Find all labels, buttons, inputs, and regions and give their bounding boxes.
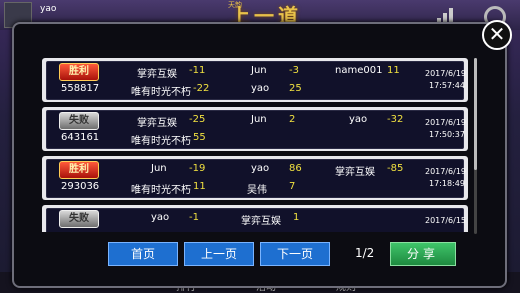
player-score: -85 bbox=[387, 163, 404, 174]
player-name: 唯有时光不朽 bbox=[131, 185, 191, 196]
record-card: 失败 643161 掌弈互娱 -25 Jun 2 yao -32 唯有时光不朽 … bbox=[46, 110, 467, 149]
first-page-button[interactable]: 首页 bbox=[108, 242, 178, 266]
signal-icon bbox=[437, 4, 457, 24]
page-indicator: 1/2 bbox=[355, 246, 375, 260]
player-name: 掌弈互娱 bbox=[241, 216, 281, 227]
lose-badge: 失败 bbox=[59, 210, 99, 228]
record-row[interactable]: 失败 643161 掌弈互娱 -25 Jun 2 yao -32 唯有时光不朽 … bbox=[42, 107, 468, 151]
scrollbar[interactable] bbox=[474, 58, 477, 234]
player-score: -32 bbox=[387, 114, 404, 125]
win-badge: 胜利 bbox=[59, 161, 99, 179]
player-name: 掌弈互娱 bbox=[137, 118, 177, 129]
player-name: yao bbox=[151, 212, 170, 223]
player-name: 唯有时光不朽 bbox=[131, 136, 191, 147]
player-score: -25 bbox=[189, 114, 206, 125]
player-score: 11 bbox=[193, 181, 206, 192]
player-score: -19 bbox=[189, 163, 206, 174]
record-card: 胜利 558817 掌弈互娱 -11 Jun -3 name001 11 唯有时… bbox=[46, 61, 467, 100]
player-score: 1 bbox=[293, 212, 300, 223]
player-name: yao bbox=[251, 163, 270, 174]
record-date: 2017/6/19 bbox=[425, 118, 467, 127]
player-score: 55 bbox=[193, 132, 206, 143]
player-name: 掌弈互娱 bbox=[335, 167, 375, 178]
player-name: name001 bbox=[335, 65, 383, 76]
player-score: 86 bbox=[289, 163, 302, 174]
player-score: -11 bbox=[189, 65, 206, 76]
record-date: 2017/6/19 bbox=[425, 69, 467, 78]
records-list[interactable]: 胜利 558817 掌弈互娱 -11 Jun -3 name001 11 唯有时… bbox=[30, 40, 468, 232]
player-name: 掌弈互娱 bbox=[137, 69, 177, 80]
player-name: Jun bbox=[251, 114, 267, 125]
player-name: Jun bbox=[251, 65, 267, 76]
prev-page-button[interactable]: 上一页 bbox=[184, 242, 254, 266]
record-date: 2017/6/19 bbox=[425, 167, 467, 176]
record-card: 胜利 293036 Jun -19 yao 86 掌弈互娱 -85 唯有时光不朽… bbox=[46, 159, 467, 198]
record-time: 17:50:37 bbox=[429, 130, 465, 139]
record-row[interactable]: 胜利 558817 掌弈互娱 -11 Jun -3 name001 11 唯有时… bbox=[42, 58, 468, 102]
record-time: 17:18:49 bbox=[429, 179, 465, 188]
record-row[interactable]: 胜利 293036 Jun -19 yao 86 掌弈互娱 -85 唯有时光不朽… bbox=[42, 156, 468, 200]
player-name: 吴伟 bbox=[247, 185, 267, 196]
player-score: 11 bbox=[387, 65, 400, 76]
next-page-button[interactable]: 下一页 bbox=[260, 242, 330, 266]
player-name: 唯有时光不朽 bbox=[131, 87, 191, 98]
player-name: yao bbox=[251, 83, 270, 94]
player-score: -1 bbox=[189, 212, 199, 223]
room-id: 293036 bbox=[61, 181, 100, 192]
player-score: 7 bbox=[289, 181, 296, 192]
close-icon[interactable]: ✕ bbox=[482, 20, 512, 50]
player-score: 2 bbox=[289, 114, 296, 125]
player-name: yao bbox=[349, 114, 368, 125]
player-score: -22 bbox=[193, 83, 210, 94]
username: yao bbox=[40, 4, 57, 14]
room-id: 643161 bbox=[61, 132, 100, 143]
win-badge: 胜利 bbox=[59, 63, 99, 81]
record-card: 失败 yao -1 掌弈互娱 1 2017/6/15 bbox=[46, 208, 467, 232]
record-date: 2017/6/15 bbox=[425, 216, 467, 225]
player-score: 25 bbox=[289, 83, 302, 94]
room-id: 558817 bbox=[61, 83, 100, 94]
record-time: 17:57:44 bbox=[429, 81, 465, 90]
record-row[interactable]: 失败 yao -1 掌弈互娱 1 2017/6/15 bbox=[42, 205, 468, 232]
player-name: Jun bbox=[151, 163, 167, 174]
scrollbar-thumb[interactable] bbox=[474, 58, 477, 170]
player-score: -3 bbox=[289, 65, 299, 76]
lose-badge: 失败 bbox=[59, 112, 99, 130]
share-button[interactable]: 分享 bbox=[390, 242, 456, 266]
